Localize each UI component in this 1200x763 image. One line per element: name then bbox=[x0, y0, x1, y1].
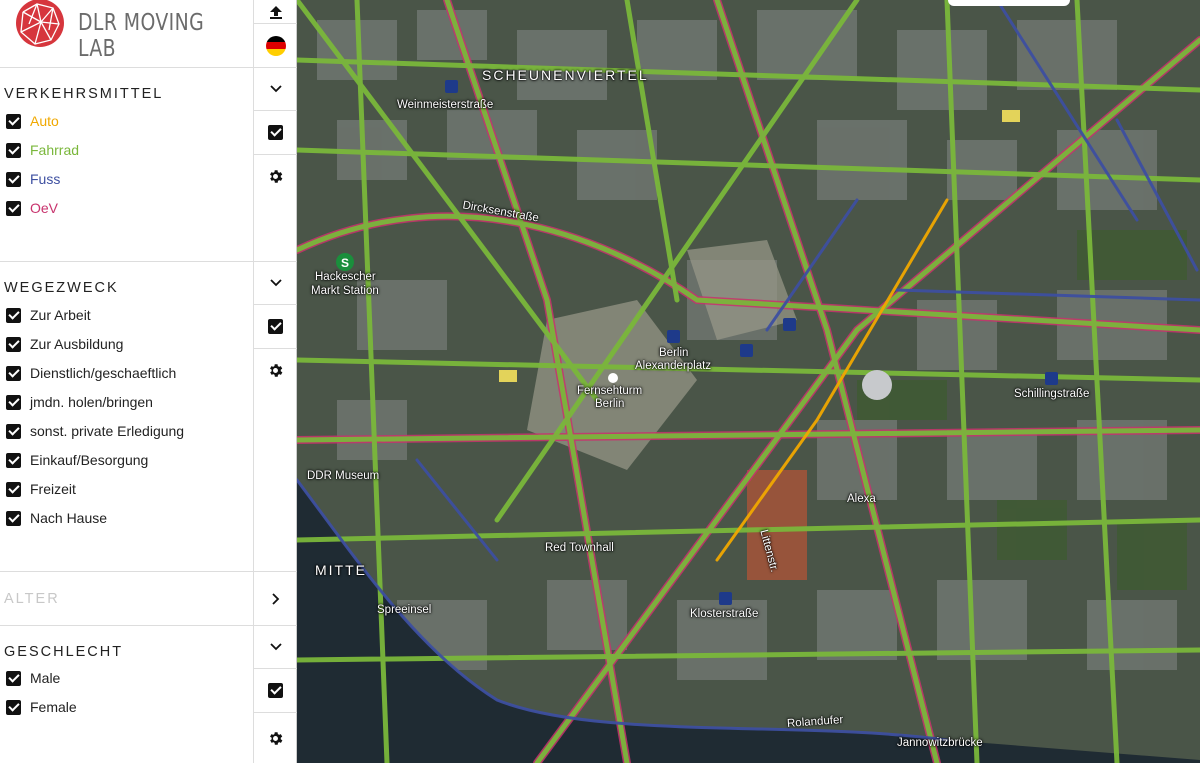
checkbox-holen-bringen[interactable]: jmdn. holen/bringen bbox=[6, 392, 153, 412]
checkbox-box[interactable] bbox=[6, 670, 21, 686]
settings-wegezweck-button[interactable] bbox=[254, 349, 297, 572]
checkbox-einkauf[interactable]: Einkauf/Besorgung bbox=[6, 450, 148, 470]
map-label-schillingstrasse: Schillingstraße bbox=[1014, 388, 1090, 400]
collapse-geschlecht-button[interactable] bbox=[254, 626, 297, 669]
upload-icon bbox=[269, 5, 282, 19]
checkbox-zur-ausbildung[interactable]: Zur Ausbildung bbox=[6, 334, 123, 354]
checkbox-zur-arbeit[interactable]: Zur Arbeit bbox=[6, 305, 91, 325]
chevron-right-icon bbox=[271, 592, 279, 605]
map-label-red-townhall: Red Townhall bbox=[545, 542, 614, 554]
chevron-down-icon bbox=[269, 279, 282, 287]
section-wegezweck: Wegezweck Zur Arbeit Zur Ausbildung Dien… bbox=[0, 262, 254, 572]
map-label-alexanderplatz: Alexanderplatz bbox=[635, 360, 712, 372]
map-label-hackescher: Hackescher bbox=[315, 271, 376, 283]
german-flag-icon bbox=[265, 35, 286, 56]
section-title-alter: Alter bbox=[4, 591, 60, 607]
map-label-weinmeisterstrasse: Weinmeisterstraße bbox=[397, 99, 494, 111]
checkbox-box[interactable] bbox=[6, 699, 21, 715]
map-label-markt-station: Markt Station bbox=[311, 285, 379, 297]
chevron-down-icon bbox=[269, 85, 282, 93]
upload-button[interactable] bbox=[254, 0, 297, 24]
checkbox-label: Nach Hause bbox=[30, 510, 108, 526]
collapse-verkehrsmittel-button[interactable] bbox=[254, 68, 297, 111]
section-title-wegezweck: Wegezweck bbox=[4, 280, 119, 296]
checkbox-box[interactable] bbox=[6, 394, 21, 410]
checkbox-label: Male bbox=[30, 670, 61, 686]
checkbox-freizeit[interactable]: Freizeit bbox=[6, 479, 76, 499]
checkbox-icon bbox=[268, 319, 283, 334]
section-verkehrsmittel: Verkehrsmittel Auto Fahrrad Fuss OeV bbox=[0, 68, 254, 262]
checkbox-label-auto: Auto bbox=[30, 113, 59, 129]
map-search-input[interactable] bbox=[948, 0, 1070, 6]
checkbox-box[interactable] bbox=[6, 171, 21, 187]
map-label-mitte: MITTE bbox=[315, 562, 367, 578]
checkbox-box[interactable] bbox=[6, 307, 21, 323]
checkbox-fahrrad[interactable]: Fahrrad bbox=[6, 140, 79, 160]
gear-icon bbox=[270, 364, 283, 377]
select-all-geschlecht[interactable] bbox=[254, 669, 297, 713]
checkbox-box[interactable] bbox=[6, 510, 21, 526]
settings-geschlecht-button[interactable] bbox=[254, 713, 297, 763]
section-title-verkehrsmittel: Verkehrsmittel bbox=[4, 86, 164, 102]
dlr-logo-icon bbox=[16, 0, 64, 47]
checkbox-box[interactable] bbox=[6, 481, 21, 497]
satellite-map-with-trip-flows[interactable]: S bbox=[297, 0, 1200, 763]
map-label-jannowitzbruecke: Jannowitzbrücke bbox=[897, 737, 983, 749]
checkbox-label-oev: OeV bbox=[30, 200, 59, 216]
map-label-klosterstrasse: Klosterstraße bbox=[690, 608, 759, 620]
checkbox-fuss[interactable]: Fuss bbox=[6, 169, 60, 189]
checkbox-label: jmdn. holen/bringen bbox=[30, 394, 153, 410]
map-label-fernsehturm: Fernsehturm bbox=[577, 385, 643, 397]
checkbox-label: Female bbox=[30, 699, 77, 715]
checkbox-dienstlich[interactable]: Dienstlich/geschaeftlich bbox=[6, 363, 176, 383]
checkbox-label-fahrrad: Fahrrad bbox=[30, 142, 80, 158]
map-label-spreeinsel: Spreeinsel bbox=[377, 604, 432, 616]
expand-alter-button[interactable] bbox=[254, 572, 297, 626]
select-all-wegezweck[interactable] bbox=[254, 305, 297, 349]
checkbox-box[interactable] bbox=[6, 113, 21, 129]
checkbox-oev[interactable]: OeV bbox=[6, 198, 58, 218]
checkbox-box[interactable] bbox=[6, 365, 21, 381]
checkbox-label: Zur Ausbildung bbox=[30, 336, 124, 352]
section-control-rail bbox=[254, 0, 297, 763]
app-header: DLR MOVING LAB bbox=[0, 0, 254, 68]
map-label-fernsehturm-berlin: Berlin bbox=[595, 398, 625, 410]
settings-verkehrsmittel-button[interactable] bbox=[254, 155, 297, 262]
checkbox-auto[interactable]: Auto bbox=[6, 111, 59, 131]
checkbox-box[interactable] bbox=[6, 336, 21, 352]
checkbox-label: Dienstlich/geschaeftlich bbox=[30, 365, 177, 381]
map-label-alexa: Alexa bbox=[847, 493, 876, 505]
checkbox-icon bbox=[268, 125, 283, 140]
checkbox-private-erledigung[interactable]: sonst. private Erledigung bbox=[6, 421, 184, 441]
svg-text:S: S bbox=[341, 256, 349, 270]
checkbox-box[interactable] bbox=[6, 142, 21, 158]
checkbox-box[interactable] bbox=[6, 200, 21, 216]
checkbox-box[interactable] bbox=[6, 452, 21, 468]
gear-icon bbox=[270, 170, 283, 183]
language-button[interactable] bbox=[254, 24, 297, 68]
checkbox-label-fuss: Fuss bbox=[30, 171, 61, 187]
select-all-verkehrsmittel[interactable] bbox=[254, 111, 297, 155]
checkbox-icon bbox=[268, 683, 283, 698]
checkbox-female[interactable]: Female bbox=[6, 697, 77, 717]
chevron-down-icon bbox=[269, 643, 282, 651]
checkbox-box[interactable] bbox=[6, 423, 21, 439]
map-view[interactable]: S SCHEUNENVIERTEL Weinmeisterstraße Dirc… bbox=[297, 0, 1200, 763]
checkbox-label: sonst. private Erledigung bbox=[30, 423, 185, 439]
gear-icon bbox=[270, 731, 283, 745]
collapse-wegezweck-button[interactable] bbox=[254, 262, 297, 305]
map-label-berlin-alex: Berlin bbox=[659, 347, 689, 359]
map-label-scheunenviertel: SCHEUNENVIERTEL bbox=[482, 67, 649, 83]
map-label-ddr-museum: DDR Museum bbox=[307, 470, 380, 482]
checkbox-male[interactable]: Male bbox=[6, 668, 60, 688]
section-geschlecht: Geschlecht Male Female bbox=[0, 626, 254, 763]
checkbox-nach-hause[interactable]: Nach Hause bbox=[6, 508, 107, 528]
app-title: DLR MOVING LAB bbox=[78, 10, 205, 62]
checkbox-label: Einkauf/Besorgung bbox=[30, 452, 149, 468]
section-alter[interactable]: Alter bbox=[0, 572, 254, 626]
filter-sidebar: DLR MOVING LAB Verkehrsmittel Auto Fahrr… bbox=[0, 0, 254, 763]
section-title-geschlecht: Geschlecht bbox=[4, 644, 124, 660]
checkbox-label: Freizeit bbox=[30, 481, 76, 497]
checkbox-label: Zur Arbeit bbox=[30, 307, 91, 323]
